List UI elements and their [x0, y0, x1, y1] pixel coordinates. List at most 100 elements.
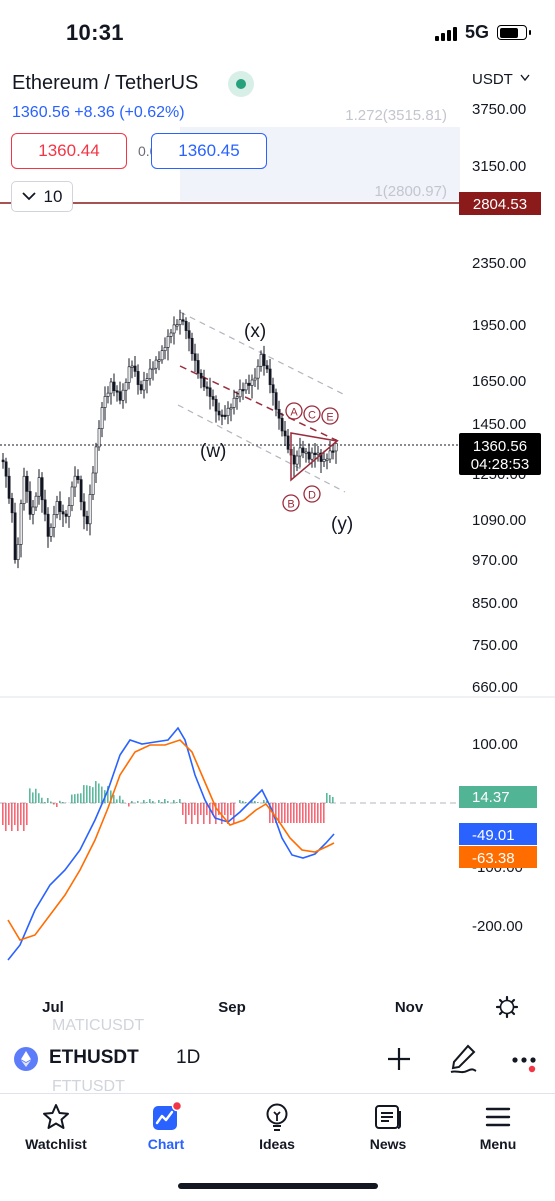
candle-body — [29, 491, 31, 514]
currency-label[interactable]: USDT — [472, 71, 513, 88]
wave-label-d: D — [304, 486, 320, 502]
home-indicator[interactable] — [178, 1183, 378, 1189]
histogram-bar — [74, 794, 76, 803]
tab-watchlist-label: Watchlist — [1, 1136, 111, 1152]
settings-gear-icon[interactable] — [497, 997, 517, 1017]
candle-body — [260, 354, 262, 366]
histogram-bar — [77, 794, 79, 803]
histogram-bar — [128, 803, 130, 806]
candle-body — [188, 331, 190, 339]
candle-body — [86, 516, 88, 524]
countdown-text: 04:28:53 — [471, 456, 529, 473]
candle-body — [41, 478, 43, 500]
price-tick: 2350.00 — [472, 255, 526, 272]
histogram-bar — [80, 793, 82, 803]
candle-body — [164, 347, 166, 350]
candle-body — [125, 382, 127, 390]
candle-body — [329, 451, 331, 459]
histogram-bar — [158, 800, 160, 803]
candle-body — [227, 408, 229, 415]
histogram-bar — [2, 803, 4, 825]
tab-menu[interactable]: Menu — [443, 1100, 553, 1152]
candle-body — [107, 393, 109, 396]
histogram-bar — [20, 803, 22, 825]
candle-body — [65, 514, 67, 516]
candle-body — [224, 415, 226, 417]
tab-ideas[interactable]: Ideas — [222, 1100, 332, 1152]
tab-news-label: News — [333, 1136, 443, 1152]
svg-text:D: D — [308, 490, 316, 502]
more-options-icon[interactable] — [509, 1050, 541, 1074]
sell-button[interactable]: 1360.44 — [11, 133, 127, 169]
histogram-bar — [254, 801, 256, 803]
buy-button[interactable]: 1360.45 — [151, 133, 267, 169]
histogram-bar — [317, 803, 319, 823]
candle-body — [14, 513, 16, 560]
candle-body — [230, 407, 232, 409]
histogram-bar — [50, 802, 52, 803]
symbol-title[interactable]: Ethereum / TetherUS — [12, 72, 198, 95]
candle-body — [68, 506, 70, 517]
interval-button[interactable]: 1D — [176, 1047, 200, 1069]
candle-body — [74, 476, 76, 487]
tab-ideas-label: Ideas — [222, 1136, 332, 1152]
tab-menu-label: Menu — [443, 1136, 553, 1152]
candle-body — [191, 338, 193, 353]
histogram-bar — [302, 803, 304, 823]
tab-news[interactable]: News — [333, 1100, 443, 1152]
chevron-down-icon[interactable] — [521, 75, 529, 80]
candle-body — [194, 354, 196, 361]
fib-level-1272: 1.272(3515.81) — [345, 107, 447, 124]
candle-body — [233, 398, 235, 407]
histogram-bar — [296, 803, 298, 823]
histogram-bar — [23, 803, 25, 831]
price-tick: 1090.00 — [472, 512, 526, 529]
candle-body — [146, 379, 148, 381]
candle-body — [200, 373, 202, 378]
candle-body — [257, 366, 259, 378]
candle-body — [89, 495, 91, 524]
macd-tick-neg200: -200.00 — [472, 918, 523, 935]
histogram-bar — [326, 793, 328, 803]
candle-body — [176, 325, 178, 327]
candle-body — [332, 451, 334, 453]
histogram-bar — [332, 797, 334, 803]
candle-body — [80, 480, 82, 502]
candle-body — [56, 501, 58, 514]
histogram-bar — [86, 785, 88, 803]
histogram-bar — [119, 796, 121, 803]
histogram-bar — [203, 803, 205, 824]
candle-body — [134, 366, 136, 371]
histogram-bar — [179, 799, 181, 803]
add-icon[interactable] — [386, 1046, 412, 1072]
candle-body — [155, 360, 157, 368]
ghost-symbol-above: MATICUSDT — [52, 1017, 144, 1035]
histogram-bar — [200, 803, 202, 815]
signal-line — [8, 740, 334, 940]
tab-chart[interactable]: Chart — [111, 1100, 221, 1152]
drawing-tools-icon[interactable] — [448, 1043, 478, 1075]
candle-body — [38, 478, 40, 497]
candle-body — [239, 389, 241, 396]
candle-body — [143, 380, 145, 390]
star-icon — [41, 1102, 71, 1132]
candle-body — [314, 453, 316, 455]
fib-level-1: 1(2800.97) — [374, 183, 447, 200]
candle-body — [128, 367, 130, 383]
histogram-bar — [329, 795, 331, 803]
price-axis[interactable]: 3750.003150.002350.001950.001650.001450.… — [472, 101, 526, 696]
histogram-bar — [257, 802, 259, 803]
candle-body — [2, 460, 4, 462]
candle-body — [287, 436, 289, 449]
histogram-bar — [182, 803, 184, 815]
candle-body — [311, 453, 313, 459]
candle-body — [26, 476, 28, 491]
histogram-bar — [17, 803, 19, 831]
symbol-search-button[interactable]: ETHUSDT — [49, 1047, 139, 1069]
candle-body — [140, 385, 142, 390]
newspaper-icon — [373, 1102, 403, 1132]
tab-watchlist[interactable]: Watchlist — [1, 1100, 111, 1152]
quantity-selector[interactable]: 10 — [11, 181, 73, 212]
candle-body — [71, 487, 73, 506]
macd-histogram — [2, 781, 334, 831]
